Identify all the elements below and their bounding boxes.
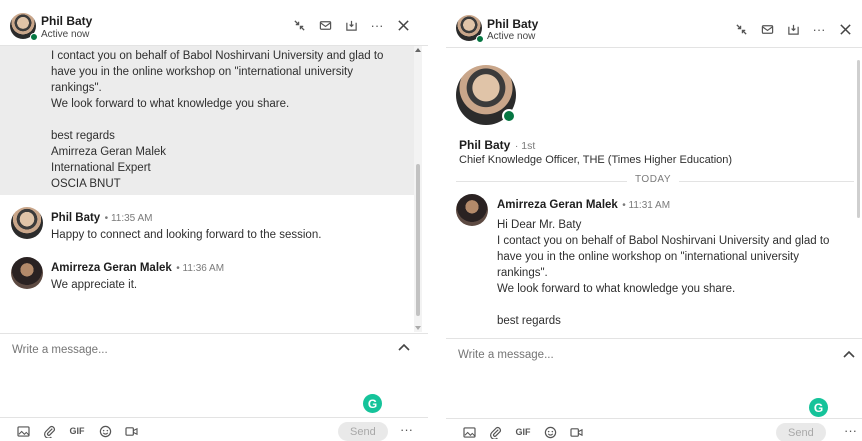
header-status: Active now xyxy=(487,31,536,42)
message-input[interactable] xyxy=(12,344,312,356)
message-time: • 11:35 AM xyxy=(104,213,153,224)
image-icon[interactable] xyxy=(461,425,477,439)
message-thread[interactable]: Phil Baty · 1st Chief Knowledge Officer,… xyxy=(446,48,862,338)
message-item[interactable]: Amirreza Geran Malek • 11:36 AM We appre… xyxy=(0,252,414,296)
message-time: • 11:31 AM xyxy=(622,200,671,211)
message-thread[interactable]: I contact you on behalf of Babol Noshirv… xyxy=(0,46,428,332)
message-line: rankings". xyxy=(51,82,102,94)
profile-card[interactable]: Phil Baty · 1st Chief Knowledge Officer,… xyxy=(446,48,856,173)
header-status: Active now xyxy=(41,29,90,40)
emoji-icon[interactable] xyxy=(542,425,558,439)
gif-button[interactable]: GIF xyxy=(69,424,85,438)
emoji-icon[interactable] xyxy=(97,424,113,438)
message-line: rankings". xyxy=(497,267,548,279)
selected-message-block[interactable]: I contact you on behalf of Babol Noshirv… xyxy=(0,46,414,195)
sender-name[interactable]: Amirreza Geran Malek xyxy=(497,199,618,211)
message-line: have you in the online workshop on "inte… xyxy=(51,66,353,78)
scroll-down-arrow[interactable] xyxy=(415,326,421,330)
online-status-dot xyxy=(502,109,516,123)
message-line: best regards xyxy=(497,315,561,327)
minimize-icon[interactable] xyxy=(286,16,312,34)
message-line: Hi Dear Mr. Baty xyxy=(497,219,582,231)
connection-degree: · 1st xyxy=(514,140,536,152)
attachment-icon[interactable] xyxy=(41,424,57,438)
more-options-button[interactable]: ··· xyxy=(400,422,413,437)
compose-new-icon[interactable] xyxy=(312,16,338,34)
message-line: I contact you on behalf of Babol Noshirv… xyxy=(497,235,830,247)
chat-window-left: Phil Baty Active now ··· I contact you o… xyxy=(0,0,428,441)
avatar[interactable] xyxy=(456,194,488,226)
message-line: International Expert xyxy=(51,162,151,174)
header-name[interactable]: Phil Baty xyxy=(487,17,538,31)
scroll-up-arrow[interactable] xyxy=(415,48,421,52)
compose-toolbar: GIF Send ··· xyxy=(446,418,862,441)
pop-out-icon[interactable] xyxy=(338,16,364,34)
chat-window-right: Phil Baty Active now ··· Phil Baty · 1st… xyxy=(446,0,862,441)
message-input[interactable] xyxy=(458,349,758,361)
chat-header[interactable]: Phil Baty Active now ··· xyxy=(0,0,428,46)
avatar[interactable] xyxy=(11,257,43,289)
message-line xyxy=(51,112,411,128)
profile-name[interactable]: Phil Baty xyxy=(459,138,510,152)
video-icon[interactable] xyxy=(123,424,139,438)
message-item[interactable]: Phil Baty • 11:35 AM Happy to connect an… xyxy=(0,202,414,246)
minimize-icon[interactable] xyxy=(728,20,754,38)
message-line: have you in the online workshop on "inte… xyxy=(497,251,799,263)
scroll-thumb[interactable] xyxy=(416,164,420,316)
close-icon[interactable] xyxy=(832,20,858,38)
scroll-thumb[interactable] xyxy=(857,60,860,218)
online-status-dot xyxy=(30,33,38,41)
grammarly-icon[interactable]: G xyxy=(363,394,382,413)
online-status-dot xyxy=(476,35,484,43)
pop-out-icon[interactable] xyxy=(780,20,806,38)
video-icon[interactable] xyxy=(568,425,584,439)
close-icon[interactable] xyxy=(390,16,416,34)
image-icon[interactable] xyxy=(15,424,31,438)
compose-new-icon[interactable] xyxy=(754,20,780,38)
grammarly-icon[interactable]: G xyxy=(809,398,828,417)
header-name[interactable]: Phil Baty xyxy=(41,14,92,28)
sender-name[interactable]: Amirreza Geran Malek xyxy=(51,262,172,274)
message-item[interactable]: Amirreza Geran Malek • 11:31 AM Hi Dear … xyxy=(446,190,856,338)
compose-area: G xyxy=(446,338,862,418)
message-line: I contact you on behalf of Babol Noshirv… xyxy=(51,50,384,62)
compose-area: G xyxy=(0,333,428,417)
message-time: • 11:36 AM xyxy=(176,263,225,274)
message-body: Hi Dear Mr. Baty I contact you on behalf… xyxy=(497,217,852,329)
chevron-up-icon[interactable] xyxy=(397,342,411,352)
gif-button[interactable]: GIF xyxy=(515,425,531,439)
message-line: We look forward to what knowledge you sh… xyxy=(51,98,290,110)
avatar[interactable] xyxy=(11,207,43,239)
message-line: OSCIA BNUT xyxy=(51,178,121,190)
more-options-icon[interactable]: ··· xyxy=(806,20,832,38)
message-body: I contact you on behalf of Babol Noshirv… xyxy=(51,48,411,192)
attachment-icon[interactable] xyxy=(487,425,503,439)
sender-name[interactable]: Phil Baty xyxy=(51,212,100,224)
profile-headline: Chief Knowledge Officer, THE (Times High… xyxy=(459,154,733,166)
message-line: Amirreza Geran Malek xyxy=(51,146,167,158)
send-button[interactable]: Send xyxy=(338,422,388,441)
message-text: We appreciate it. xyxy=(51,279,138,291)
scrollbar[interactable] xyxy=(414,46,422,332)
message-line: We look forward to what knowledge you sh… xyxy=(497,283,736,295)
chat-header[interactable]: Phil Baty Active now ··· xyxy=(446,0,862,48)
message-line: best regards xyxy=(51,130,115,142)
scrollbar[interactable] xyxy=(856,48,862,338)
more-options-icon[interactable]: ··· xyxy=(364,16,390,34)
chevron-up-icon[interactable] xyxy=(842,349,856,359)
more-options-button[interactable]: ··· xyxy=(844,423,857,438)
date-divider-label: TODAY xyxy=(627,174,680,185)
send-button[interactable]: Send xyxy=(776,423,826,441)
message-line xyxy=(497,297,852,313)
compose-toolbar: GIF Send ··· xyxy=(0,417,428,441)
message-text: Happy to connect and looking forward to … xyxy=(51,229,322,241)
